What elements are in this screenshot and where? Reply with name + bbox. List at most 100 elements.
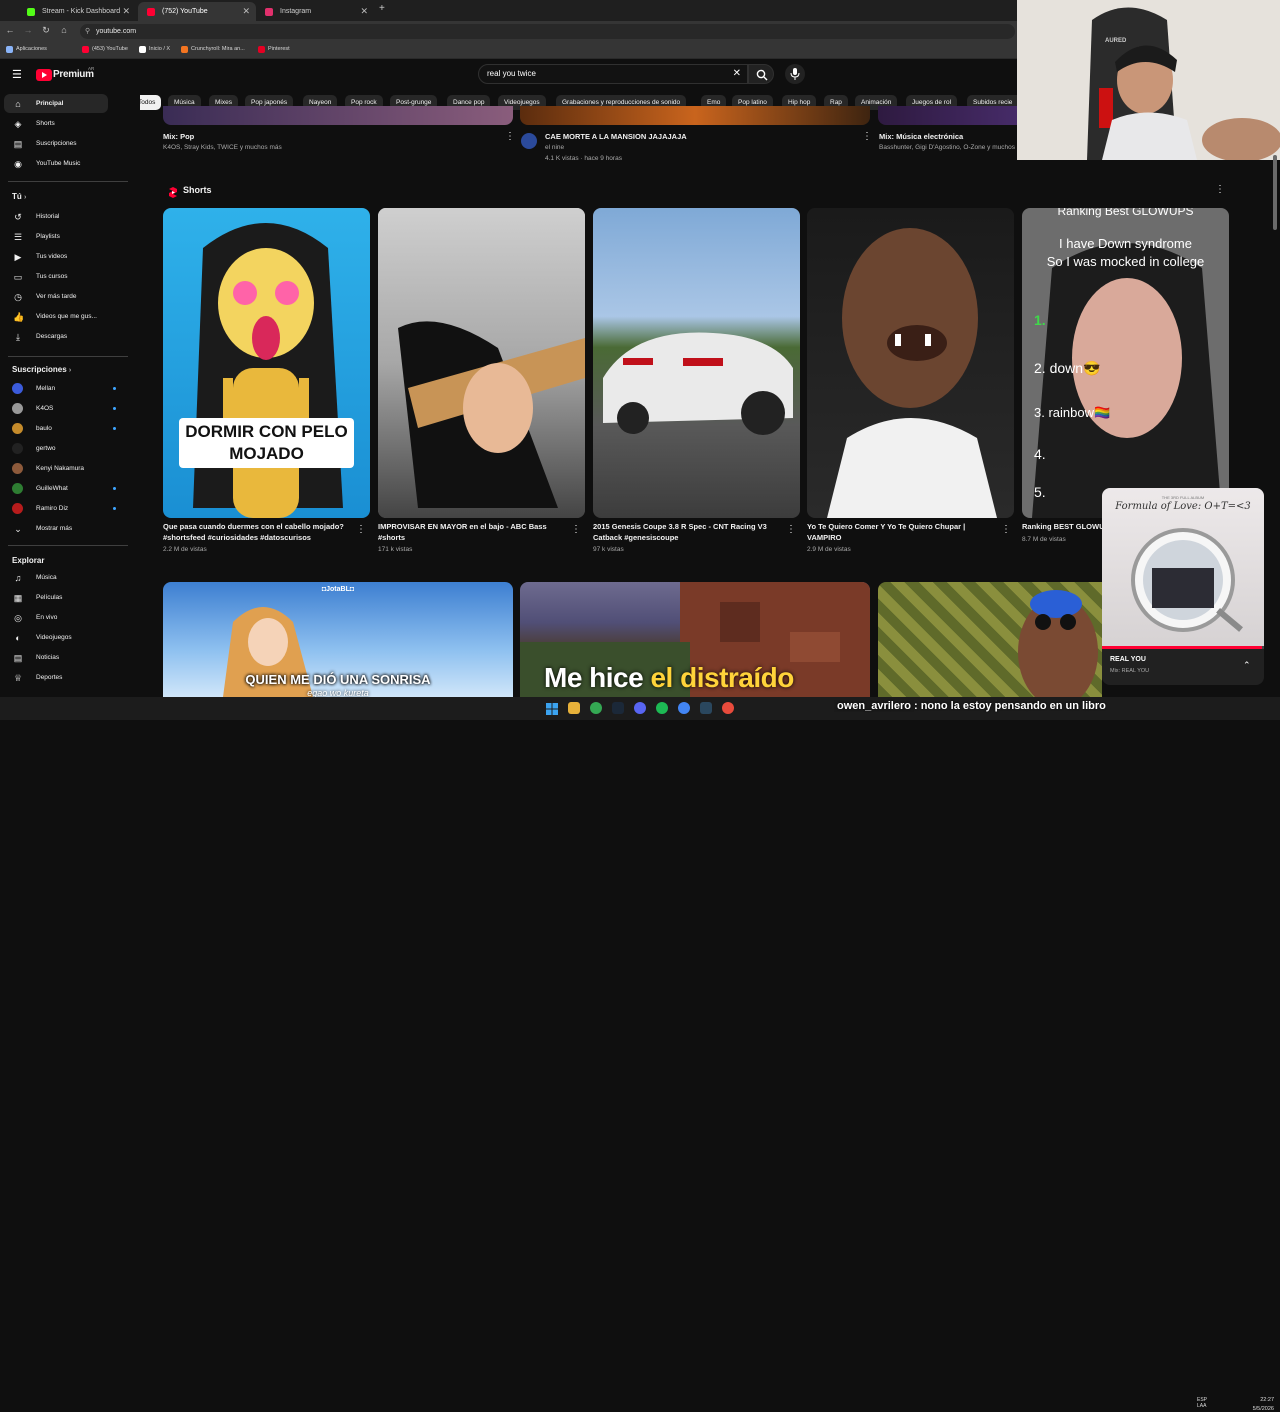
sidebar-item-suscripciones[interactable]: ▤ Suscripciones: [4, 134, 108, 153]
short-thumbnail[interactable]: DORMIR CON PELO MOJADO: [163, 208, 370, 518]
video-title[interactable]: CAE MORTE A LA MANSION JAJAJAJA: [545, 132, 687, 142]
short-title[interactable]: Ranking BEST GLOWU: [1022, 522, 1102, 533]
sidebar-item-historial[interactable]: ↺ Historial: [4, 207, 108, 226]
video-thumbnail[interactable]: [878, 582, 1102, 697]
windows-start-icon[interactable]: [546, 702, 558, 715]
language-indicator[interactable]: ESP LAA: [1197, 1397, 1207, 1409]
short-title[interactable]: Que pasa cuando duermes con el cabello m…: [163, 522, 353, 543]
spotify-icon[interactable]: [656, 702, 668, 714]
video-thumbnail[interactable]: [878, 106, 1018, 125]
sidebar-item-videos-que-me-gus-[interactable]: 👍 Videos que me gus...: [4, 307, 108, 326]
show-more-button[interactable]: ⌄ Mostrar más: [4, 519, 108, 538]
site-info-icon[interactable]: ⚲: [85, 24, 90, 39]
bookmark-x[interactable]: Inicio / X: [139, 44, 170, 55]
video-channel[interactable]: el nine: [545, 143, 564, 153]
video-overlay-text: Me hice el distraído: [544, 662, 794, 694]
sidebar-item-playlists[interactable]: ☰ Playlists: [4, 227, 108, 246]
subscription-item[interactable]: GuilleWhat: [4, 479, 116, 498]
video-channels[interactable]: K4OS, Stray Kids, TWICE y muchos más: [163, 143, 282, 153]
discord-icon[interactable]: [634, 702, 646, 714]
steam-icon[interactable]: [612, 702, 624, 714]
url-field[interactable]: ⚲ youtube.com: [80, 24, 1015, 39]
subscription-item[interactable]: K4OS: [4, 399, 116, 418]
bookmark-pinterest[interactable]: Pinterest: [258, 44, 290, 55]
sidebar-item-m-sica[interactable]: ♫ Música: [4, 568, 108, 587]
sidebar-item-pel-culas[interactable]: ▦ Películas: [4, 588, 108, 607]
tab-youtube[interactable]: (752) YouTube ✕: [138, 2, 256, 21]
sidebar-item-descargas[interactable]: ⤓ Descargas: [4, 327, 108, 346]
short-thumbnail[interactable]: [593, 208, 800, 518]
file-explorer-icon[interactable]: [568, 702, 580, 714]
more-options-icon[interactable]: ⋮: [1001, 525, 1011, 535]
bookmark-crunchyroll[interactable]: Crunchyroll: Mira an...: [181, 44, 245, 55]
sidebar-item-shorts[interactable]: ◈ Shorts: [4, 114, 108, 133]
steam-icon[interactable]: [700, 702, 712, 714]
app-icon[interactable]: [722, 702, 734, 714]
bookmark-youtube[interactable]: (453) YouTube: [82, 44, 128, 55]
short-title[interactable]: IMPROVISAR EN MAYOR en el bajo - ABC Bas…: [378, 522, 563, 543]
sidebar-item-deportes[interactable]: ♕ Deportes: [4, 668, 108, 687]
m-sica-icon: ♫: [14, 573, 22, 583]
forward-icon[interactable]: →: [22, 25, 34, 35]
avatar[interactable]: [521, 133, 537, 149]
short-thumbnail[interactable]: Ranking Best GLOWUPS I have Down syndrom…: [1022, 208, 1229, 518]
subscription-item[interactable]: gertwo: [4, 439, 108, 458]
short-title[interactable]: 2015 Genesis Coupe 3.8 R Spec - CNT Raci…: [593, 522, 778, 543]
video-channels[interactable]: Basshunter, Gigi D'Agostino, O-Zone y mu…: [879, 143, 1019, 153]
subscription-item[interactable]: baulo: [4, 419, 116, 438]
chrome-icon[interactable]: [678, 702, 690, 714]
video-title[interactable]: Mix: Música electrónica: [879, 132, 963, 142]
sidebar-item-principal[interactable]: ⌂ Principal: [4, 94, 108, 113]
subscription-item[interactable]: Ramiro Diz: [4, 499, 116, 518]
video-title[interactable]: Mix: Pop: [163, 132, 194, 142]
tab-instagram[interactable]: Instagram ✕: [256, 2, 374, 21]
chrome-icon[interactable]: [590, 702, 602, 714]
more-options-icon[interactable]: ⋮: [505, 132, 515, 142]
sidebar-item-tus-cursos[interactable]: ▭ Tus cursos: [4, 267, 108, 286]
sidebar-item-videojuegos[interactable]: ◐ Videojuegos: [4, 628, 108, 647]
sidebar-item-youtube-music[interactable]: ◉ YouTube Music: [4, 154, 108, 173]
more-options-icon[interactable]: ⋮: [571, 525, 581, 535]
sidebar-item-label: Ramiro Diz: [36, 505, 69, 512]
tab-kick-dashboard[interactable]: Stream - Kick Dashboard ✕: [18, 2, 136, 21]
video-thumbnail[interactable]: Me hice el distraído: [520, 582, 870, 697]
close-icon[interactable]: ✕: [360, 2, 368, 21]
album-art[interactable]: THE 3RD FULL ALBUM Formula of Love: O+T=…: [1102, 488, 1264, 649]
subscription-item[interactable]: Kenyi Nakamura: [4, 459, 108, 478]
new-tab-button[interactable]: +: [379, 3, 385, 14]
video-thumbnail[interactable]: [163, 106, 513, 125]
voice-search-button[interactable]: [785, 64, 805, 84]
more-options-icon[interactable]: ⋮: [862, 132, 872, 142]
sidebar-item-noticias[interactable]: ▤ Noticias: [4, 648, 108, 667]
back-icon[interactable]: ←: [4, 25, 16, 35]
video-thumbnail[interactable]: ◘JotaBL◘ QUIEN ME DIÓ UNA SONRISA egao w…: [163, 582, 513, 697]
sidebar-item-ver-m-s-tarde[interactable]: ◷ Ver más tarde: [4, 287, 108, 306]
short-thumbnail[interactable]: [378, 208, 585, 518]
clock-date[interactable]: 5/5/2026: [1244, 1406, 1274, 1412]
more-options-icon[interactable]: ⋮: [356, 525, 366, 535]
subscription-item[interactable]: Mellan: [4, 379, 116, 398]
more-options-icon[interactable]: ⋮: [786, 525, 796, 535]
short-thumbnail[interactable]: [807, 208, 1014, 518]
more-options-icon[interactable]: ⋮: [1215, 185, 1225, 195]
clock-time[interactable]: 22:27: [1252, 1397, 1274, 1403]
short-title[interactable]: Yo Te Quiero Comer Y Yo Te Quiero Chupar…: [807, 522, 992, 543]
video-thumbnail[interactable]: [520, 106, 870, 125]
reload-icon[interactable]: ↻: [40, 25, 52, 36]
section-subscriptions-title[interactable]: Suscripciones ›: [12, 365, 71, 374]
menu-icon[interactable]: ☰: [12, 68, 22, 81]
close-icon[interactable]: ✕: [122, 2, 130, 21]
sidebar-item-en-vivo[interactable]: ◎ En vivo: [4, 608, 108, 627]
close-icon[interactable]: ✕: [242, 2, 250, 21]
sidebar-item-tus-videos[interactable]: ▶ Tus videos: [4, 247, 108, 266]
search-button[interactable]: [748, 64, 774, 84]
page-scrollbar[interactable]: [1273, 155, 1277, 230]
search-input[interactable]: real you twice ✕: [478, 64, 748, 84]
clear-search-icon[interactable]: ✕: [733, 65, 741, 83]
chevron-up-icon[interactable]: ⌃: [1243, 660, 1251, 671]
youtube-logo[interactable]: Premium AR: [36, 66, 96, 82]
bookmark-apps[interactable]: Aplicaciones: [6, 44, 47, 55]
home-icon[interactable]: ⌂: [58, 25, 70, 35]
miniplayer[interactable]: THE 3RD FULL ALBUM Formula of Love: O+T=…: [1102, 488, 1264, 685]
section-you-title[interactable]: Tú ›: [12, 192, 26, 201]
